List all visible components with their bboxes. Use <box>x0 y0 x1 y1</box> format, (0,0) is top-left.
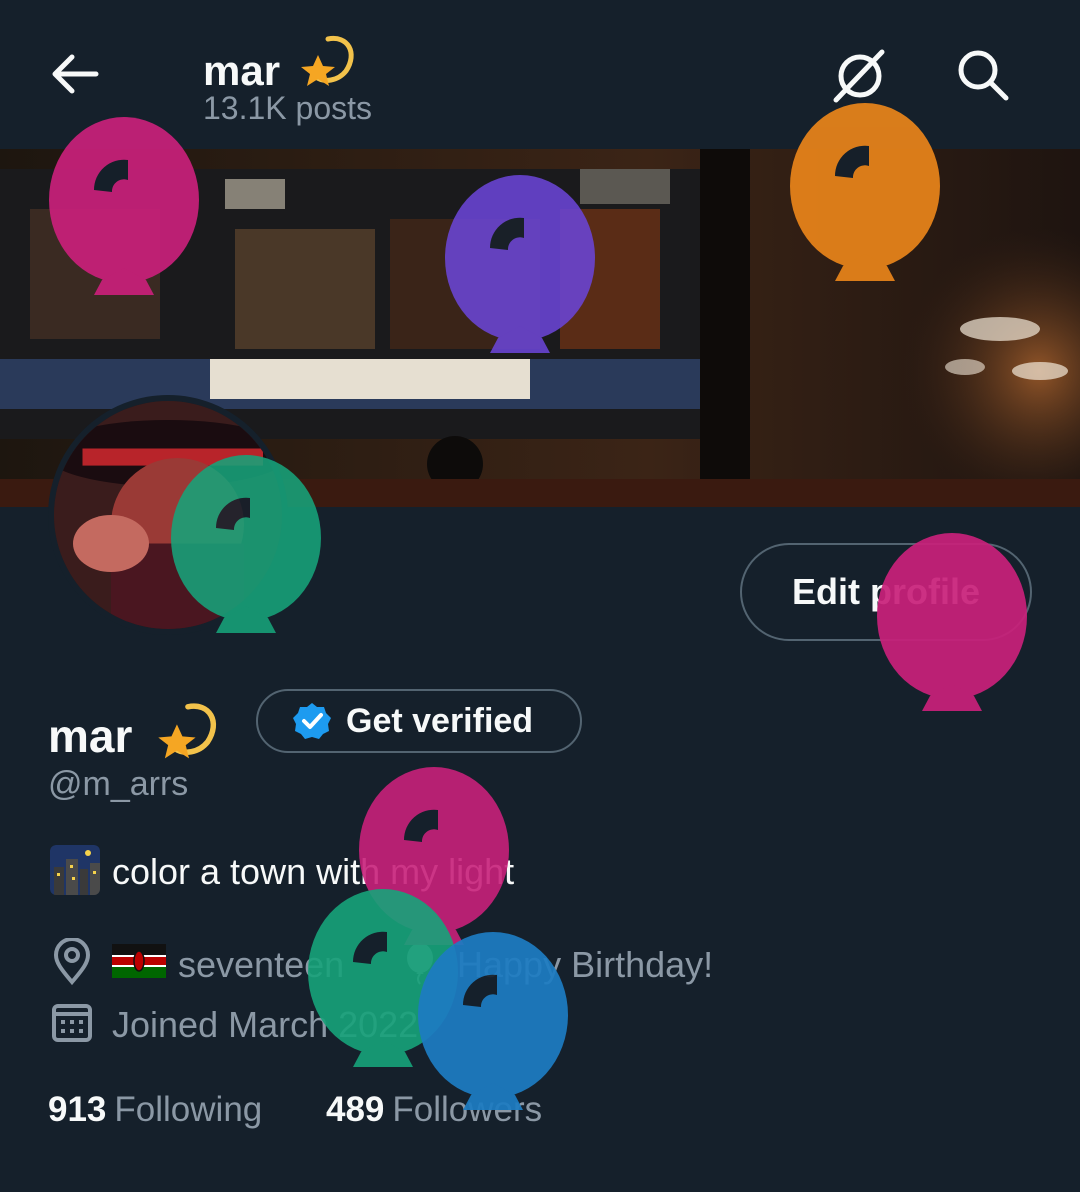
edit-profile-button[interactable]: Edit profile <box>740 543 1032 641</box>
header-title: mar <box>203 33 360 95</box>
get-verified-label: Get verified <box>346 701 534 740</box>
kenya-flag-icon <box>112 944 166 978</box>
get-verified-button[interactable]: Get verified <box>256 689 582 753</box>
profile-join-date: Joined March 2022 <box>112 1004 419 1045</box>
header-name: mar <box>203 47 281 94</box>
profile-handle: @m_arrs <box>48 765 189 803</box>
profile-location: seventeen <box>178 944 345 985</box>
grok-icon[interactable] <box>828 44 892 108</box>
location-pin-icon <box>53 938 91 986</box>
following-count: 913 <box>48 1090 107 1129</box>
night-city-emoji-icon <box>50 845 100 895</box>
balloon-icon <box>407 943 433 985</box>
profile-avatar[interactable] <box>48 395 288 635</box>
followers-stat[interactable]: 489 Followers <box>326 1090 542 1130</box>
profile-bio: color a town with my light <box>112 851 515 892</box>
followers-count: 489 <box>326 1090 385 1129</box>
header-post-count: 13.1K posts <box>203 90 372 126</box>
profile-name-row: mar <box>48 700 223 764</box>
followers-label: Followers <box>392 1090 543 1129</box>
profile-birthday: Happy Birthday! <box>457 944 714 985</box>
back-arrow-icon[interactable] <box>44 44 104 104</box>
verified-badge-icon <box>293 703 331 739</box>
profile-name: mar <box>48 710 133 762</box>
following-stat[interactable]: 913 Following <box>48 1090 262 1130</box>
following-label: Following <box>114 1090 263 1129</box>
sparkle-star-icon <box>158 703 217 759</box>
sparkle-star-icon <box>300 35 354 86</box>
calendar-icon <box>52 1004 92 1042</box>
search-icon[interactable] <box>952 44 1012 104</box>
